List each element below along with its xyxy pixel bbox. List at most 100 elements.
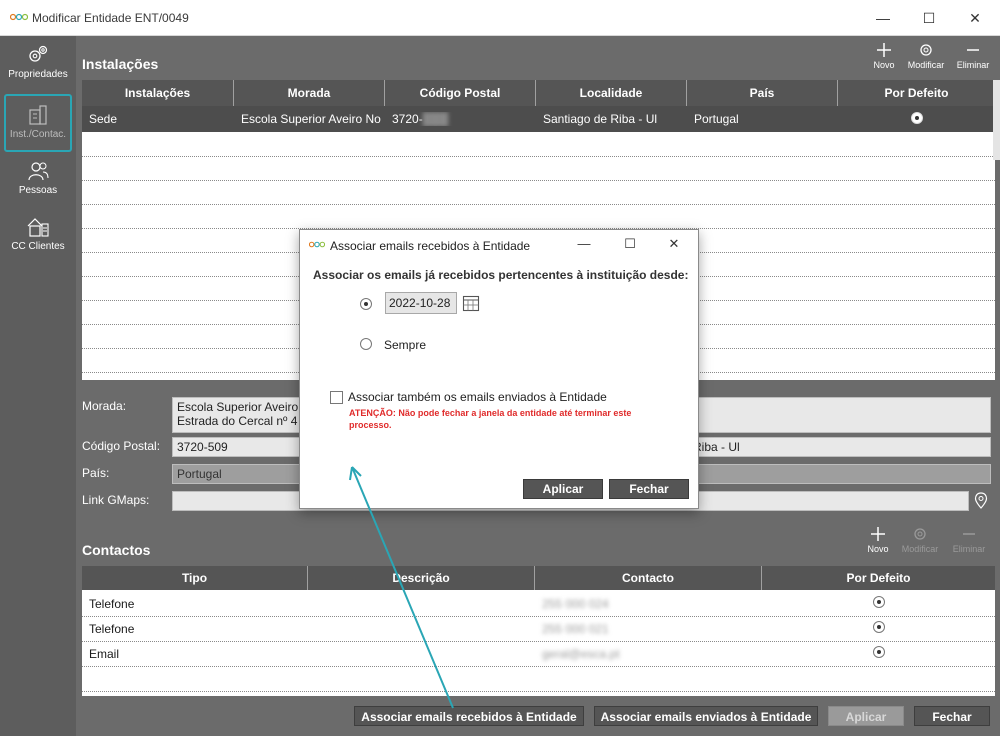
column-header[interactable]: Código Postal	[385, 80, 536, 106]
table-row[interactable]: Email geral@esca.pt	[82, 641, 995, 666]
column-header[interactable]: Localidade	[536, 80, 687, 106]
close-icon: ✕	[668, 236, 680, 251]
sidebar-item-label: Propriedades	[8, 69, 68, 80]
contacts-delete-button[interactable]: Eliminar	[948, 526, 990, 554]
column-header[interactable]: Por Defeito	[838, 80, 995, 106]
tool-label: Eliminar	[956, 60, 990, 70]
cell-pais: Portugal	[694, 112, 739, 126]
app-logo-icon	[309, 241, 325, 248]
dialog-close-button[interactable]: ✕	[664, 236, 684, 254]
sidebar-item-pessoas[interactable]: Pessoas	[4, 160, 72, 204]
installations-delete-button[interactable]: Eliminar	[952, 42, 994, 70]
column-header[interactable]: País	[687, 80, 838, 106]
cell-por-defeito	[838, 111, 995, 127]
default-radio[interactable]	[872, 596, 885, 608]
dialog-heading: Associar os emails já recebidos pertence…	[313, 268, 689, 282]
calendar-icon[interactable]	[462, 294, 480, 312]
row-divider	[82, 180, 995, 181]
table-row[interactable]: Telefone 255 000 021	[82, 616, 995, 641]
dialog-apply-button[interactable]: Aplicar	[523, 479, 603, 499]
cell-tipo: Telefone	[89, 621, 135, 636]
date-input[interactable]: 2022-10-28	[385, 292, 457, 314]
column-header[interactable]: Por Defeito	[762, 566, 995, 590]
cell-instalacao: Sede	[89, 112, 118, 126]
tool-label: Modificar	[901, 544, 939, 554]
row-divider	[82, 666, 995, 667]
cell-tipo: Email	[89, 646, 120, 661]
installations-new-button[interactable]: Novo	[864, 42, 904, 70]
codigo-postal-text: 3720-	[392, 112, 423, 126]
table-row[interactable]: Sede Escola Superior Aveiro No 3720-███ …	[82, 106, 995, 132]
sidebar-item-label: CC Clientes	[11, 241, 65, 252]
dialog-title: Associar emails recebidos à Entidade	[330, 239, 531, 253]
pais-label: País:	[82, 466, 110, 480]
close-button[interactable]: Fechar	[914, 706, 990, 726]
row-divider	[82, 156, 995, 157]
always-radio[interactable]	[360, 338, 372, 350]
row-divider	[82, 204, 995, 205]
maximize-icon: ☐	[624, 236, 636, 251]
contacts-title: Contactos	[82, 542, 151, 558]
building-icon	[29, 105, 47, 125]
contacts-new-button[interactable]: Novo	[858, 526, 898, 554]
tool-label: Eliminar	[952, 544, 986, 554]
close-window-button[interactable]: ✕	[952, 0, 998, 36]
also-sent-checkbox[interactable]	[330, 391, 343, 404]
installations-modify-button[interactable]: Modificar	[904, 42, 948, 70]
gear-icon	[914, 528, 926, 540]
localidade-value: Riba - Ul	[693, 440, 740, 454]
sidebar-item-label: Pessoas	[18, 185, 58, 196]
cell-por-defeito	[762, 646, 995, 661]
column-header[interactable]: Instalações	[82, 80, 234, 106]
map-pin-icon[interactable]	[974, 492, 988, 510]
associate-sent-emails-button[interactable]: Associar emails enviados à Entidade	[594, 706, 818, 726]
cell-morada: Escola Superior Aveiro No	[241, 112, 381, 126]
minimize-icon: —	[876, 10, 890, 26]
cell-contacto: geral@esca.pt	[542, 646, 620, 661]
dialog-minimize-button[interactable]: —	[574, 236, 594, 254]
dialog-close-button-bottom[interactable]: Fechar	[609, 479, 689, 499]
default-radio[interactable]	[910, 111, 923, 124]
cell-por-defeito	[762, 596, 995, 611]
cell-localidade: Santiago de Riba - Ul	[543, 112, 658, 126]
apply-button[interactable]: Aplicar	[828, 706, 904, 726]
app-logo-icon	[10, 13, 28, 21]
column-header[interactable]: Descrição	[308, 566, 535, 590]
sidebar-item-propriedades[interactable]: Propriedades	[4, 44, 72, 90]
default-radio[interactable]	[872, 621, 885, 633]
gear-icon	[920, 44, 932, 56]
people-icon	[28, 162, 49, 181]
gmaps-label: Link GMaps:	[82, 493, 150, 507]
since-date-radio[interactable]	[360, 298, 372, 310]
cell-tipo: Telefone	[89, 596, 135, 611]
contacts-modify-button[interactable]: Modificar	[898, 526, 942, 554]
scrollbar[interactable]	[993, 80, 1000, 160]
sidebar-item-cc-clientes[interactable]: CC Clientes	[4, 216, 72, 260]
tool-label: Novo	[873, 60, 895, 70]
cell-codigo-postal: 3720-███	[385, 112, 536, 126]
window-titlebar: Modificar Entidade ENT/0049 — ☐ ✕	[0, 0, 1000, 36]
sidebar-item-inst-contac[interactable]: Inst./Contac.	[4, 94, 72, 152]
minimize-button[interactable]: —	[860, 0, 906, 36]
cell-contacto: 255 000 024	[542, 596, 609, 611]
maximize-button[interactable]: ☐	[906, 0, 952, 36]
column-header[interactable]: Tipo	[82, 566, 308, 590]
redacted-text: ███	[422, 112, 449, 126]
tool-label: Novo	[867, 544, 889, 554]
column-header[interactable]: Morada	[234, 80, 385, 106]
warning-text: ATENÇÃO: Não pode fechar a janela da ent…	[349, 408, 632, 430]
row-divider	[82, 691, 995, 692]
cell-por-defeito	[762, 621, 995, 636]
window-title: Modificar Entidade ENT/0049	[32, 11, 189, 25]
table-row[interactable]: Telefone 255 000 024	[82, 591, 995, 616]
maximize-icon: ☐	[922, 9, 936, 26]
codigo-postal-label: Código Postal:	[82, 439, 161, 453]
column-header[interactable]: Contacto	[535, 566, 762, 590]
plus-icon	[871, 527, 885, 541]
contacts-table: Tipo Descrição Contacto Por Defeito Tele…	[82, 566, 995, 696]
dialog-maximize-button[interactable]: ☐	[620, 236, 640, 254]
default-radio[interactable]	[872, 646, 885, 658]
tool-label: Modificar	[907, 60, 945, 70]
codigo-postal-value: 3720-509	[177, 440, 228, 454]
associate-received-emails-button[interactable]: Associar emails recebidos à Entidade	[354, 706, 584, 726]
